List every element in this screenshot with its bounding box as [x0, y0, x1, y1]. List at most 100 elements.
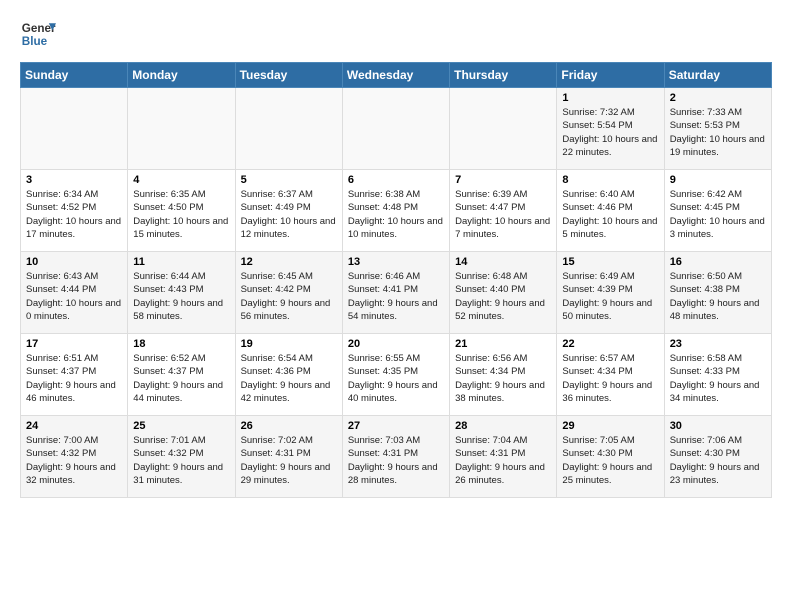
- weekday-header: Tuesday: [235, 63, 342, 88]
- calendar-cell: 25Sunrise: 7:01 AM Sunset: 4:32 PM Dayli…: [128, 416, 235, 498]
- calendar-cell: 7 Sunrise: 6:39 AM Sunset: 4:47 PM Daylig…: [450, 170, 557, 252]
- day-info: Sunrise: 6:58 AM Sunset: 4:33 PM Dayligh…: [670, 352, 766, 405]
- header: General Blue: [20, 16, 772, 52]
- day-number: 22: [562, 338, 658, 350]
- day-info: Sunrise: 7:04 AM Sunset: 4:31 PM Dayligh…: [455, 434, 551, 487]
- day-info: Sunrise: 6:52 AM Sunset: 4:37 PM Dayligh…: [133, 352, 229, 405]
- day-number: 29: [562, 420, 658, 432]
- calendar-week-row: 24 Sunrise: 7:00 AM Sunset: 4:32 PM Dayli…: [21, 416, 772, 498]
- calendar-cell: 26Sunrise: 7:02 AM Sunset: 4:31 PM Dayli…: [235, 416, 342, 498]
- day-number: 12: [241, 256, 337, 268]
- page: General Blue SundayMondayTuesdayWednesda…: [0, 0, 792, 508]
- day-number: 27: [348, 420, 444, 432]
- calendar-table: SundayMondayTuesdayWednesdayThursdayFrid…: [20, 62, 772, 498]
- calendar-cell: 29 Sunrise: 7:05 AM Sunset: 4:30 PM Dayli…: [557, 416, 664, 498]
- calendar-cell: 24 Sunrise: 7:00 AM Sunset: 4:32 PM Dayli…: [21, 416, 128, 498]
- weekday-header: Monday: [128, 63, 235, 88]
- day-info: Sunrise: 6:57 AM Sunset: 4:34 PM Dayligh…: [562, 352, 658, 405]
- calendar-cell: [21, 88, 128, 170]
- logo-icon: General Blue: [20, 16, 56, 52]
- day-info: Sunrise: 6:48 AM Sunset: 4:40 PM Dayligh…: [455, 270, 551, 323]
- day-info: Sunrise: 7:05 AM Sunset: 4:30 PM Dayligh…: [562, 434, 658, 487]
- day-number: 30: [670, 420, 766, 432]
- calendar-cell: [342, 88, 449, 170]
- day-info: Sunrise: 6:51 AM Sunset: 4:37 PM Dayligh…: [26, 352, 122, 405]
- weekday-header: Saturday: [664, 63, 771, 88]
- day-info: Sunrise: 7:33 AM Sunset: 5:53 PM Dayligh…: [670, 106, 766, 159]
- calendar-cell: 4 Sunrise: 6:35 AM Sunset: 4:50 PM Daylig…: [128, 170, 235, 252]
- calendar-cell: 22 Sunrise: 6:57 AM Sunset: 4:34 PM Dayli…: [557, 334, 664, 416]
- calendar-cell: 6 Sunrise: 6:38 AM Sunset: 4:48 PM Daylig…: [342, 170, 449, 252]
- day-info: Sunrise: 6:46 AM Sunset: 4:41 PM Dayligh…: [348, 270, 444, 323]
- day-number: 3: [26, 174, 122, 186]
- logo: General Blue: [20, 16, 56, 52]
- day-info: Sunrise: 6:50 AM Sunset: 4:38 PM Dayligh…: [670, 270, 766, 323]
- calendar-cell: 18 Sunrise: 6:52 AM Sunset: 4:37 PM Dayli…: [128, 334, 235, 416]
- day-number: 13: [348, 256, 444, 268]
- calendar-cell: 8 Sunrise: 6:40 AM Sunset: 4:46 PM Daylig…: [557, 170, 664, 252]
- day-number: 6: [348, 174, 444, 186]
- day-info: Sunrise: 7:00 AM Sunset: 4:32 PM Dayligh…: [26, 434, 122, 487]
- day-number: 2: [670, 92, 766, 104]
- calendar-cell: 1 Sunrise: 7:32 AM Sunset: 5:54 PM Daylig…: [557, 88, 664, 170]
- calendar-cell: [450, 88, 557, 170]
- calendar-cell: 17 Sunrise: 6:51 AM Sunset: 4:37 PM Dayli…: [21, 334, 128, 416]
- day-number: 24: [26, 420, 122, 432]
- day-info: Sunrise: 6:37 AM Sunset: 4:49 PM Dayligh…: [241, 188, 337, 241]
- day-number: 8: [562, 174, 658, 186]
- day-info: Sunrise: 6:44 AM Sunset: 4:43 PM Dayligh…: [133, 270, 229, 323]
- day-number: 18: [133, 338, 229, 350]
- calendar-cell: 10 Sunrise: 6:43 AM Sunset: 4:44 PM Dayli…: [21, 252, 128, 334]
- day-number: 17: [26, 338, 122, 350]
- day-info: Sunrise: 6:42 AM Sunset: 4:45 PM Dayligh…: [670, 188, 766, 241]
- calendar-cell: 5 Sunrise: 6:37 AM Sunset: 4:49 PM Daylig…: [235, 170, 342, 252]
- calendar-cell: 12 Sunrise: 6:45 AM Sunset: 4:42 PM Dayli…: [235, 252, 342, 334]
- day-number: 14: [455, 256, 551, 268]
- day-number: 9: [670, 174, 766, 186]
- calendar-week-row: 3 Sunrise: 6:34 AM Sunset: 4:52 PM Daylig…: [21, 170, 772, 252]
- day-info: Sunrise: 7:01 AM Sunset: 4:32 PM Dayligh…: [133, 434, 229, 487]
- calendar-cell: 3 Sunrise: 6:34 AM Sunset: 4:52 PM Daylig…: [21, 170, 128, 252]
- day-info: Sunrise: 6:45 AM Sunset: 4:42 PM Dayligh…: [241, 270, 337, 323]
- calendar-cell: 2 Sunrise: 7:33 AM Sunset: 5:53 PM Daylig…: [664, 88, 771, 170]
- day-number: 1: [562, 92, 658, 104]
- calendar-cell: 23 Sunrise: 6:58 AM Sunset: 4:33 PM Dayli…: [664, 334, 771, 416]
- day-info: Sunrise: 7:06 AM Sunset: 4:30 PM Dayligh…: [670, 434, 766, 487]
- day-info: Sunrise: 6:34 AM Sunset: 4:52 PM Dayligh…: [26, 188, 122, 241]
- day-number: 23: [670, 338, 766, 350]
- day-number: 5: [241, 174, 337, 186]
- day-number: 21: [455, 338, 551, 350]
- day-number: 16: [670, 256, 766, 268]
- calendar-cell: 14 Sunrise: 6:48 AM Sunset: 4:40 PM Dayli…: [450, 252, 557, 334]
- day-number: 7: [455, 174, 551, 186]
- day-number: 11: [133, 256, 229, 268]
- calendar-cell: [128, 88, 235, 170]
- day-number: 20: [348, 338, 444, 350]
- day-info: Sunrise: 7:02 AM Sunset: 4:31 PM Dayligh…: [241, 434, 337, 487]
- svg-text:Blue: Blue: [22, 35, 48, 48]
- calendar-week-row: 1 Sunrise: 7:32 AM Sunset: 5:54 PM Daylig…: [21, 88, 772, 170]
- day-info: Sunrise: 7:03 AM Sunset: 4:31 PM Dayligh…: [348, 434, 444, 487]
- day-number: 4: [133, 174, 229, 186]
- day-info: Sunrise: 6:40 AM Sunset: 4:46 PM Dayligh…: [562, 188, 658, 241]
- day-info: Sunrise: 6:38 AM Sunset: 4:48 PM Dayligh…: [348, 188, 444, 241]
- day-info: Sunrise: 6:43 AM Sunset: 4:44 PM Dayligh…: [26, 270, 122, 323]
- calendar-week-row: 17 Sunrise: 6:51 AM Sunset: 4:37 PM Dayli…: [21, 334, 772, 416]
- calendar-cell: 20Sunrise: 6:55 AM Sunset: 4:35 PM Dayli…: [342, 334, 449, 416]
- day-info: Sunrise: 6:54 AM Sunset: 4:36 PM Dayligh…: [241, 352, 337, 405]
- calendar-cell: [235, 88, 342, 170]
- day-info: Sunrise: 7:32 AM Sunset: 5:54 PM Dayligh…: [562, 106, 658, 159]
- calendar-cell: 11 Sunrise: 6:44 AM Sunset: 4:43 PM Dayli…: [128, 252, 235, 334]
- calendar-cell: 30 Sunrise: 7:06 AM Sunset: 4:30 PM Dayli…: [664, 416, 771, 498]
- day-number: 28: [455, 420, 551, 432]
- weekday-header-row: SundayMondayTuesdayWednesdayThursdayFrid…: [21, 63, 772, 88]
- day-number: 10: [26, 256, 122, 268]
- weekday-header: Wednesday: [342, 63, 449, 88]
- weekday-header: Sunday: [21, 63, 128, 88]
- day-info: Sunrise: 6:39 AM Sunset: 4:47 PM Dayligh…: [455, 188, 551, 241]
- day-info: Sunrise: 6:49 AM Sunset: 4:39 PM Dayligh…: [562, 270, 658, 323]
- day-number: 19: [241, 338, 337, 350]
- calendar-week-row: 10 Sunrise: 6:43 AM Sunset: 4:44 PM Dayli…: [21, 252, 772, 334]
- day-info: Sunrise: 6:35 AM Sunset: 4:50 PM Dayligh…: [133, 188, 229, 241]
- calendar-cell: 28 Sunrise: 7:04 AM Sunset: 4:31 PM Dayli…: [450, 416, 557, 498]
